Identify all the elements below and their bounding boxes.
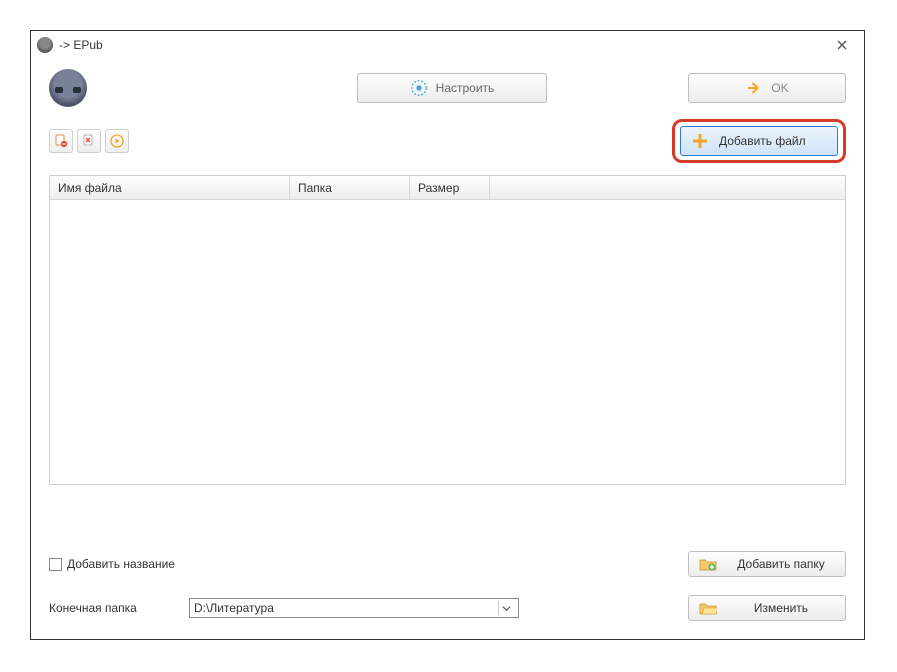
small-buttons-group <box>49 129 129 153</box>
arrow-right-icon <box>745 79 763 97</box>
toolbar-row-1: Настроить OK <box>31 59 864 113</box>
window-title: -> EPub <box>59 38 103 52</box>
table-header: Имя файла Папка Размер <box>50 176 845 200</box>
titlebar: -> EPub <box>31 31 864 59</box>
close-button[interactable] <box>826 31 858 59</box>
toolbar-row-2: Добавить файл <box>31 113 864 171</box>
col-size[interactable]: Размер <box>410 176 490 199</box>
chevron-down-icon <box>498 600 514 616</box>
dest-folder-select[interactable]: D:\Литература <box>189 598 519 618</box>
format-icon <box>49 69 87 107</box>
play-icon <box>110 134 124 148</box>
add-file-label: Добавить файл <box>719 134 806 148</box>
clear-button[interactable] <box>77 129 101 153</box>
dest-folder-value: D:\Литература <box>194 601 498 615</box>
play-button[interactable] <box>105 129 129 153</box>
add-title-label: Добавить название <box>67 557 175 571</box>
epub-dialog: -> EPub Настроить OK <box>30 30 865 640</box>
close-icon <box>837 40 847 50</box>
gear-icon <box>410 79 428 97</box>
remove-button[interactable] <box>49 129 73 153</box>
ok-label: OK <box>771 81 788 95</box>
col-filename[interactable]: Имя файла <box>50 176 290 199</box>
col-folder[interactable]: Папка <box>290 176 410 199</box>
configure-button[interactable]: Настроить <box>357 73 547 103</box>
add-file-button[interactable]: Добавить файл <box>680 126 838 156</box>
add-title-checkbox[interactable] <box>49 558 62 571</box>
add-file-highlight: Добавить файл <box>672 119 846 163</box>
ok-button[interactable]: OK <box>688 73 846 103</box>
dest-folder-label: Конечная папка <box>49 601 189 615</box>
file-table: Имя файла Папка Размер <box>49 175 846 485</box>
bottom-panel: Добавить название Добавить папку Конечна… <box>49 547 846 625</box>
change-label: Изменить <box>727 601 835 615</box>
add-folder-label: Добавить папку <box>727 557 835 571</box>
configure-label: Настроить <box>436 81 495 95</box>
plus-icon <box>691 132 709 150</box>
add-title-row: Добавить название Добавить папку <box>49 547 846 581</box>
col-rest <box>490 176 845 199</box>
table-body[interactable] <box>50 200 845 484</box>
page-x-icon <box>82 134 96 148</box>
folder-open-icon <box>699 599 717 617</box>
page-minus-icon <box>54 134 68 148</box>
change-button[interactable]: Изменить <box>688 595 846 621</box>
add-folder-button[interactable]: Добавить папку <box>688 551 846 577</box>
app-icon <box>37 37 53 53</box>
folder-plus-icon <box>699 555 717 573</box>
dest-folder-row: Конечная папка D:\Литература Изменить <box>49 591 846 625</box>
